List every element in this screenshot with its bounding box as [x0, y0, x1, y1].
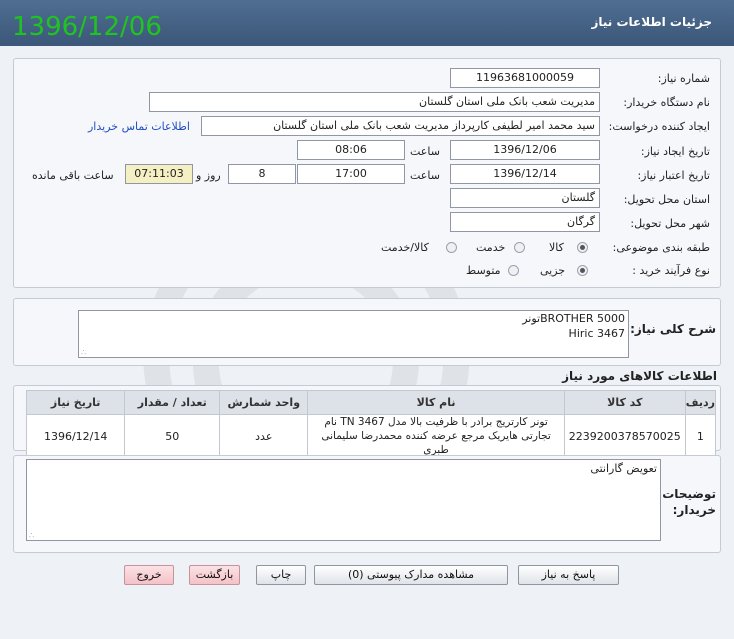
description-line2: Hiric 3467 [568, 327, 625, 340]
province-label: استان محل تحویل: [623, 193, 710, 206]
col-name: نام کالا [307, 390, 565, 415]
need-number-field: 11963681000059 [450, 68, 600, 88]
cell-unit: عدد [219, 414, 309, 458]
items-table: ردیف کد کالا نام کالا واحد شمارش تعداد /… [25, 390, 717, 458]
category-option-service: خدمت [476, 241, 506, 254]
print-button[interactable]: چاپ [256, 565, 306, 585]
resize-grip-icon[interactable]: ∴ [81, 348, 86, 357]
description-label: شرح کلی نیاز: [630, 322, 716, 336]
city-field: گرگان [450, 212, 600, 232]
items-header-row: ردیف کد کالا نام کالا واحد شمارش تعداد /… [25, 390, 717, 415]
remaining-days-field: 8 [228, 164, 296, 184]
process-option-small: جزیی [540, 264, 566, 277]
category-label: طبقه بندی موضوعی: [612, 241, 710, 254]
buyer-org-field: مدیریت شعب بانک ملی استان گلستان [149, 92, 600, 112]
resize-grip-icon[interactable]: ∴ [29, 531, 34, 540]
remaining-label: ساعت باقی مانده [32, 169, 114, 182]
requester-field: سید محمد امیر لطیفی کارپرداز مدیریت شعب … [201, 116, 600, 136]
creation-time-label: ساعت [410, 145, 440, 158]
description-line1: تونرBROTHER 5000 [522, 312, 625, 325]
process-radio-small[interactable] [577, 265, 588, 276]
col-date: تاریخ نیاز [25, 390, 126, 415]
category-radio-service[interactable] [514, 242, 525, 253]
category-radio-goods-service[interactable] [446, 242, 457, 253]
page-title: جزئیات اطلاعات نیاز [591, 15, 712, 29]
validity-date-field: 1396/12/14 [450, 164, 600, 184]
cell-qty: 50 [124, 414, 221, 458]
remaining-time-field: 07:11:03 [125, 164, 193, 184]
cell-row: 1 [684, 414, 717, 458]
process-radio-medium[interactable] [508, 265, 519, 276]
contact-info-link[interactable]: اطلاعات تماس خریدار [88, 120, 190, 133]
need-number-label: شماره نیاز: [657, 72, 710, 85]
cell-code: 2239200378570025 [563, 414, 686, 458]
creation-date-label: تاریخ ایجاد نیاز: [640, 145, 710, 158]
validity-time-field: 17:00 [297, 164, 405, 184]
creation-date-field: 1396/12/06 [450, 140, 600, 160]
exit-button[interactable]: خروج [124, 565, 174, 585]
days-label: روز و [196, 169, 221, 182]
buyer-notes-box: تعویض گارانتی ∴ [26, 459, 661, 541]
city-label: شهر محل تحویل: [630, 217, 710, 230]
date-overlay: 1396/12/06 [12, 12, 162, 42]
province-field: گلستان [450, 188, 600, 208]
col-code: کد کالا [563, 390, 686, 415]
cell-date: 1396/12/14 [25, 414, 126, 458]
category-radio-goods[interactable] [577, 242, 588, 253]
reply-button[interactable]: پاسخ به نیاز [518, 565, 619, 585]
process-option-medium: متوسط [466, 264, 501, 277]
buyer-org-label: نام دستگاه خریدار: [623, 96, 710, 109]
description-box: تونرBROTHER 5000 Hiric 3467 ∴ [78, 310, 629, 358]
requester-label: ایجاد کننده درخواست: [608, 120, 710, 133]
creation-time-field: 08:06 [297, 140, 405, 160]
cell-name: تونر کارتریج برادر با ظرفیت بالا مدل TN … [307, 414, 565, 458]
items-table-wrap: ردیف کد کالا نام کالا واحد شمارش تعداد /… [25, 390, 717, 458]
back-button[interactable]: بازگشت [189, 565, 240, 585]
table-row: 1 2239200378570025 تونر کارتریج برادر با… [25, 414, 717, 458]
validity-date-label: تاریخ اعتبار نیاز: [637, 169, 710, 182]
col-qty: تعداد / مقدار [124, 390, 221, 415]
category-option-goods: کالا [549, 241, 564, 254]
validity-time-label: ساعت [410, 169, 440, 182]
buyer-notes-label: توضیحات خریدار: [662, 486, 716, 518]
attachments-button[interactable]: مشاهده مدارک پیوستی (0) [314, 565, 508, 585]
process-label: نوع فرآیند خرید : [632, 264, 710, 277]
buyer-notes-text: تعویض گارانتی [590, 462, 657, 475]
buyer-notes-label-text: توضیحات خریدار: [662, 487, 716, 517]
col-row: ردیف [684, 390, 717, 415]
category-option-goods-service: کالا/خدمت [381, 241, 429, 254]
items-section-title: اطلاعات کالاهای مورد نیاز [562, 369, 717, 383]
col-unit: واحد شمارش [219, 390, 309, 415]
